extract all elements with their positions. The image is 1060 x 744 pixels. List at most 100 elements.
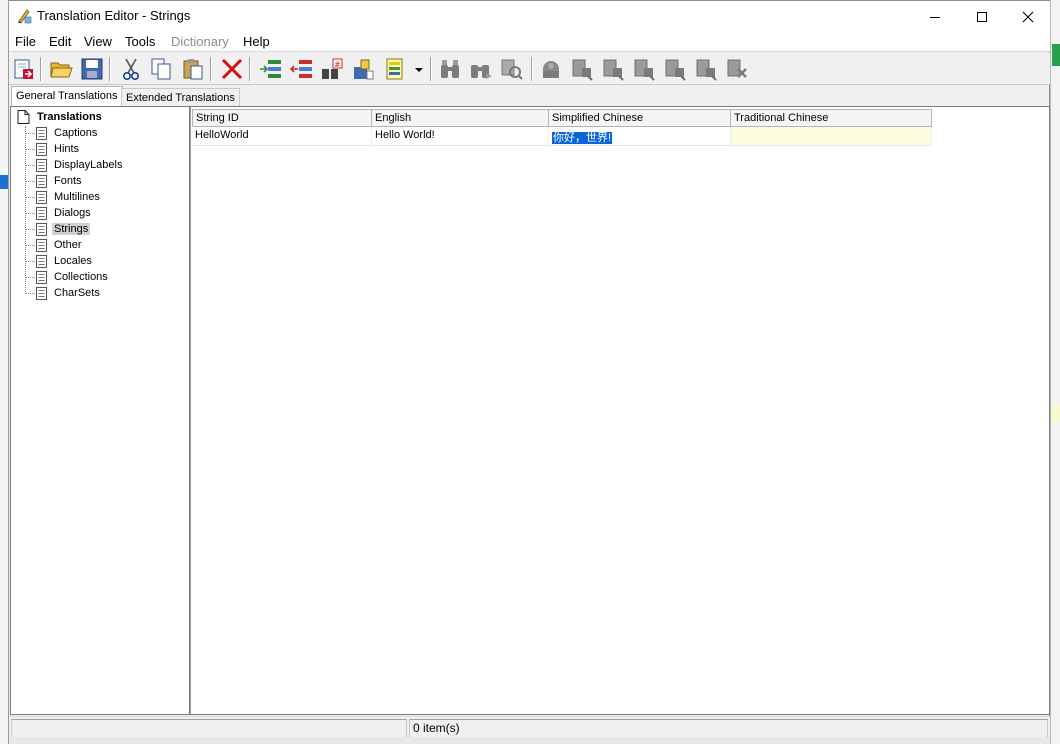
document-icon (36, 270, 47, 284)
status-pane (409, 719, 1048, 738)
chevron-down-icon[interactable] (415, 66, 423, 74)
tree-item-displaylabels[interactable]: DisplayLabels (25, 157, 124, 173)
tree-item-fonts[interactable]: Fonts (25, 173, 84, 189)
tab-extended-translations[interactable]: Extended Translations (121, 88, 240, 107)
highlight-dropdown-icon[interactable] (384, 57, 408, 81)
toolbar-separator (249, 57, 251, 81)
maximize-button[interactable] (959, 1, 1005, 32)
column-header-traditional-chinese[interactable]: Traditional Chinese (731, 109, 932, 127)
document-icon (17, 110, 30, 124)
paste-icon[interactable] (181, 57, 205, 81)
background-window-edge (0, 0, 9, 744)
tab-general-translations[interactable]: General Translations (11, 86, 123, 108)
minimize-icon (930, 16, 940, 18)
background-green-block (1052, 44, 1060, 66)
column-header-english[interactable]: English (372, 109, 549, 127)
tree-item-label: Dialogs (54, 207, 91, 219)
app-icon (18, 9, 32, 24)
tree-root-translations[interactable]: Translations (17, 109, 104, 125)
tree-item-captions[interactable]: Captions (25, 125, 99, 141)
document-icon (36, 190, 47, 204)
menu-dictionary[interactable]: Dictionary (171, 34, 229, 49)
tree-item-charsets[interactable]: CharSets (25, 285, 102, 301)
tree-root-label: Translations (37, 111, 102, 123)
tree-item-locales[interactable]: Locales (25, 253, 94, 269)
tree-item-label: Other (54, 239, 82, 251)
column-header-string-id[interactable]: String ID (192, 109, 372, 127)
replace-icon[interactable]: # (320, 57, 344, 81)
cut-icon[interactable] (119, 57, 143, 81)
item-count: 0 item(s) (413, 721, 460, 735)
tree-item-dialogs[interactable]: Dialogs (25, 205, 93, 221)
cell-string-id[interactable]: HelloWorld (192, 127, 372, 146)
document-icon (36, 286, 47, 300)
toolbar-separator (210, 57, 212, 81)
tree-item-label: Fonts (54, 175, 82, 187)
find-next-icon[interactable] (469, 57, 493, 81)
close-button[interactable] (1005, 1, 1051, 32)
copy-icon[interactable] (149, 57, 173, 81)
find-icon[interactable] (439, 57, 463, 81)
menu-view[interactable]: View (84, 34, 112, 49)
cell-english[interactable]: Hello World! (372, 127, 549, 146)
selected-text: 你好，世界! (552, 132, 613, 144)
translation-grid: String ID English Simplified Chinese Tra… (190, 106, 1050, 715)
document-icon (36, 254, 47, 268)
document-icon (36, 238, 47, 252)
tree-item-label: CharSets (54, 287, 100, 299)
tree-item-label: Collections (54, 271, 108, 283)
tree-item-label: Strings (52, 223, 91, 235)
column-header-simplified-chinese[interactable]: Simplified Chinese (549, 109, 731, 127)
status-pane (11, 719, 407, 738)
translate-icon[interactable] (539, 57, 563, 81)
toolbar-separator (40, 57, 42, 81)
exit-icon[interactable] (12, 57, 36, 81)
cell-traditional-chinese[interactable] (731, 127, 932, 146)
background-yellow-block (1052, 404, 1060, 422)
find-replace-icon[interactable] (499, 57, 523, 81)
translation-editor-window: Translation Editor - Strings File Edit V… (9, 0, 1050, 738)
tree-item-hints[interactable]: Hints (25, 141, 81, 157)
minimize-button[interactable] (912, 1, 958, 32)
toolbar-separator (531, 57, 533, 81)
menu-help[interactable]: Help (243, 34, 270, 49)
svg-text:#: # (334, 60, 341, 69)
save-icon[interactable] (80, 57, 104, 81)
toolbar: # (9, 53, 1050, 85)
open-folder-icon[interactable] (49, 57, 73, 81)
remove-item-icon[interactable] (289, 57, 313, 81)
menu-tools[interactable]: Tools (125, 34, 155, 49)
translate-next-icon[interactable] (694, 57, 718, 81)
background-selection (0, 175, 8, 189)
tree-item-multilines[interactable]: Multilines (25, 189, 102, 205)
tree-item-collections[interactable]: Collections (25, 269, 110, 285)
translate-all-icon[interactable] (632, 57, 656, 81)
tree-item-label: Hints (54, 143, 80, 155)
translate-clear-icon[interactable] (725, 57, 749, 81)
clear-icon[interactable] (351, 57, 375, 81)
document-icon (36, 206, 47, 220)
delete-icon[interactable] (220, 57, 244, 81)
menu-file[interactable]: File (15, 34, 36, 49)
tab-strip: General Translations Extended Translatio… (9, 86, 1050, 108)
translations-tree: Translations Captions Hints DisplayLabel… (10, 106, 190, 715)
menu-edit[interactable]: Edit (49, 34, 71, 49)
tree-connector (25, 126, 26, 294)
document-icon (36, 142, 47, 156)
tree-item-label: Multilines (54, 191, 100, 203)
maximize-icon (977, 11, 987, 22)
menu-bar: File Edit View Tools Dictionary Help (9, 32, 1050, 52)
status-bar: 0 item(s) (9, 716, 1050, 738)
document-icon (36, 126, 47, 140)
translate-selection-icon[interactable] (663, 57, 687, 81)
tree-item-other[interactable]: Other (25, 237, 84, 253)
document-icon (36, 174, 47, 188)
add-item-icon[interactable] (258, 57, 282, 81)
toolbar-separator (430, 57, 432, 81)
title-bar[interactable]: Translation Editor - Strings (9, 1, 1050, 32)
tree-item-strings[interactable]: Strings (25, 221, 91, 237)
background-window-edge-bottom (9, 737, 1050, 744)
cell-simplified-chinese[interactable]: 你好，世界! (549, 127, 731, 146)
translate-row-icon[interactable] (570, 57, 594, 81)
translate-column-icon[interactable] (601, 57, 625, 81)
